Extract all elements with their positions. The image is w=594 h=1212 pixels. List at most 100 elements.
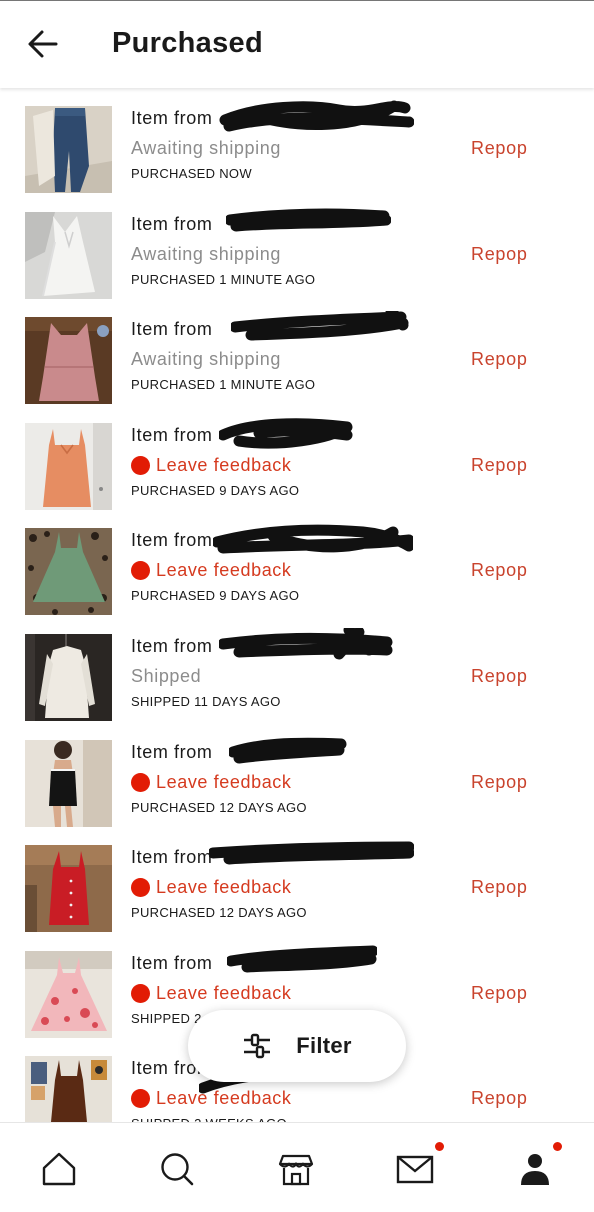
item-seller-prefix: Item from bbox=[131, 636, 213, 656]
header-bar: Purchased bbox=[0, 1, 594, 88]
leave-feedback-link[interactable]: Leave feedback bbox=[131, 982, 451, 1005]
purchased-list[interactable]: Item from Awaiting shipping PURCHASED NOW R… bbox=[0, 88, 594, 1122]
list-item[interactable]: Item from Leave feedback PURCHASED 9 DAYS … bbox=[0, 510, 594, 616]
profile-badge bbox=[553, 1142, 562, 1151]
nav-shop[interactable] bbox=[272, 1145, 320, 1193]
item-timestamp: PURCHASED 12 DAYS AGO bbox=[131, 905, 307, 921]
status-label: Leave feedback bbox=[156, 877, 292, 898]
item-timestamp: SHIPPED 11 DAYS AGO bbox=[131, 694, 281, 709]
leave-feedback-link[interactable]: Leave feedback bbox=[131, 454, 451, 477]
item-seller-prefix: Item from bbox=[131, 424, 213, 445]
alert-dot-icon bbox=[131, 1089, 150, 1109]
status-label: Leave feedback bbox=[156, 454, 292, 475]
list-item[interactable]: Item from Leave feedback PURCHASED 12 DAYS… bbox=[0, 722, 594, 828]
alert-dot-icon bbox=[131, 772, 150, 792]
status-label: Shipped bbox=[131, 666, 202, 686]
nav-profile[interactable] bbox=[511, 1142, 562, 1193]
status-label: Awaiting shipping bbox=[131, 243, 281, 264]
list-item[interactable]: Item from Leave feedback PURCHASED 9 DAYS … bbox=[0, 405, 594, 511]
storefront-icon bbox=[278, 1154, 314, 1186]
item-seller-prefix: Item from bbox=[131, 319, 213, 340]
nav-search[interactable] bbox=[153, 1145, 201, 1193]
leave-feedback-link[interactable]: Leave feedback bbox=[131, 876, 451, 899]
green-dress-thumbnail[interactable] bbox=[25, 528, 112, 616]
white-dress-thumbnail[interactable] bbox=[25, 211, 112, 299]
item-details: Item from Shipped SHIPPED 11 DAYS AGO bbox=[131, 628, 451, 709]
item-seller-prefix: Item from bbox=[131, 952, 213, 973]
status-text: Awaiting shipping bbox=[131, 243, 451, 266]
repop-button[interactable]: Repop bbox=[471, 349, 528, 370]
item-timestamp: PURCHASED 9 DAYS AGO bbox=[131, 482, 300, 498]
status-label: Leave feedback bbox=[156, 771, 292, 792]
list-item[interactable]: Item from Awaiting shipping PURCHASED 1 MI… bbox=[0, 299, 594, 405]
black-dress-thumbnail[interactable] bbox=[25, 739, 112, 827]
item-seller-label: Item from bbox=[131, 525, 451, 554]
alert-dot-icon bbox=[131, 561, 150, 581]
item-timestamp: PURCHASED 1 MINUTE AGO bbox=[131, 271, 316, 287]
leave-feedback-link[interactable]: Leave feedback bbox=[131, 771, 451, 794]
status-text: Shipped bbox=[131, 665, 451, 688]
cream-dress-thumbnail[interactable] bbox=[25, 634, 112, 721]
repop-button[interactable]: Repop bbox=[471, 877, 528, 898]
status-label: Leave feedback bbox=[156, 560, 292, 581]
item-seller-label: Item from bbox=[131, 945, 451, 977]
item-seller-label: Item from bbox=[131, 100, 451, 132]
list-item[interactable]: Item from Awaiting shipping PURCHASED NOW R… bbox=[0, 88, 594, 194]
repop-button[interactable]: Repop bbox=[471, 560, 528, 581]
item-seller-label: Item from bbox=[131, 311, 451, 343]
item-details: Item from Leave feedback PURCHASED 9 DAYS … bbox=[131, 525, 451, 604]
repop-button[interactable]: Repop bbox=[471, 1088, 528, 1109]
repop-button[interactable]: Repop bbox=[471, 244, 528, 265]
nav-home[interactable] bbox=[35, 1145, 83, 1193]
alert-dot-icon bbox=[131, 455, 150, 475]
leave-feedback-link[interactable]: Leave feedback bbox=[131, 559, 451, 582]
item-details: Item from Leave feedback PURCHASED 9 DAYS … bbox=[131, 418, 451, 498]
list-item[interactable]: Item from Leave feedback PURCHASED 12 DAYS… bbox=[0, 827, 594, 933]
envelope-icon bbox=[396, 1155, 434, 1184]
repop-button[interactable]: Repop bbox=[471, 983, 528, 1004]
leave-feedback-link[interactable]: Leave feedback bbox=[131, 1087, 451, 1110]
status-label: Leave feedback bbox=[156, 982, 292, 1003]
nav-messages[interactable] bbox=[391, 1142, 444, 1193]
filter-label: Filter bbox=[296, 1033, 352, 1058]
jeans-thumbnail[interactable] bbox=[25, 106, 112, 193]
item-seller-label: Item from bbox=[131, 841, 451, 871]
filter-button[interactable]: Filter bbox=[188, 1010, 406, 1082]
item-details: Item from Awaiting shipping PURCHASED NOW bbox=[131, 100, 451, 181]
red-dress-thumbnail[interactable] bbox=[25, 845, 112, 933]
repop-button[interactable]: Repop bbox=[471, 138, 528, 159]
item-timestamp: PURCHASED 9 DAYS AGO bbox=[131, 588, 300, 604]
status-text: Awaiting shipping bbox=[131, 348, 451, 371]
item-details: Item from Leave feedback PURCHASED 12 DAYS… bbox=[131, 841, 451, 921]
list-item[interactable]: Item from Shipped SHIPPED 11 DAYS AGO Repop bbox=[0, 616, 594, 722]
repop-button[interactable]: Repop bbox=[471, 772, 528, 793]
orange-slip-dress-thumbnail[interactable] bbox=[25, 422, 112, 510]
home-icon bbox=[42, 1152, 76, 1186]
item-details: Item from Awaiting shipping PURCHASED 1 MI… bbox=[131, 208, 451, 287]
item-details: Item from Leave feedback PURCHASED 12 DAYS… bbox=[131, 737, 451, 815]
back-button[interactable] bbox=[22, 23, 64, 65]
item-timestamp: PURCHASED 12 DAYS AGO bbox=[131, 799, 307, 815]
status-label: Awaiting shipping bbox=[131, 349, 281, 370]
status-label: Leave feedback bbox=[156, 1088, 292, 1109]
person-icon bbox=[521, 1154, 549, 1185]
messages-badge bbox=[435, 1142, 444, 1151]
item-seller-label: Item from bbox=[131, 737, 451, 766]
item-seller-prefix: Item from bbox=[131, 108, 213, 128]
alert-dot-icon bbox=[131, 983, 150, 1003]
page-title: Purchased bbox=[112, 27, 263, 59]
alert-dot-icon bbox=[131, 878, 150, 898]
item-seller-prefix: Item from bbox=[131, 741, 213, 762]
repop-button[interactable]: Repop bbox=[471, 666, 528, 687]
item-timestamp: PURCHASED NOW bbox=[131, 166, 252, 181]
search-icon bbox=[161, 1153, 194, 1186]
item-seller-prefix: Item from bbox=[131, 530, 213, 551]
arrow-left-icon bbox=[28, 30, 58, 58]
item-seller-label: Item from bbox=[131, 628, 451, 660]
list-item[interactable]: Item from Awaiting shipping PURCHASED 1 MI… bbox=[0, 194, 594, 300]
pink-dress-thumbnail[interactable] bbox=[25, 317, 112, 405]
brown-dress-thumbnail[interactable] bbox=[25, 1056, 112, 1122]
floral-dress-thumbnail[interactable] bbox=[25, 950, 112, 1038]
item-seller-label: Item from bbox=[131, 208, 451, 238]
repop-button[interactable]: Repop bbox=[471, 455, 528, 476]
